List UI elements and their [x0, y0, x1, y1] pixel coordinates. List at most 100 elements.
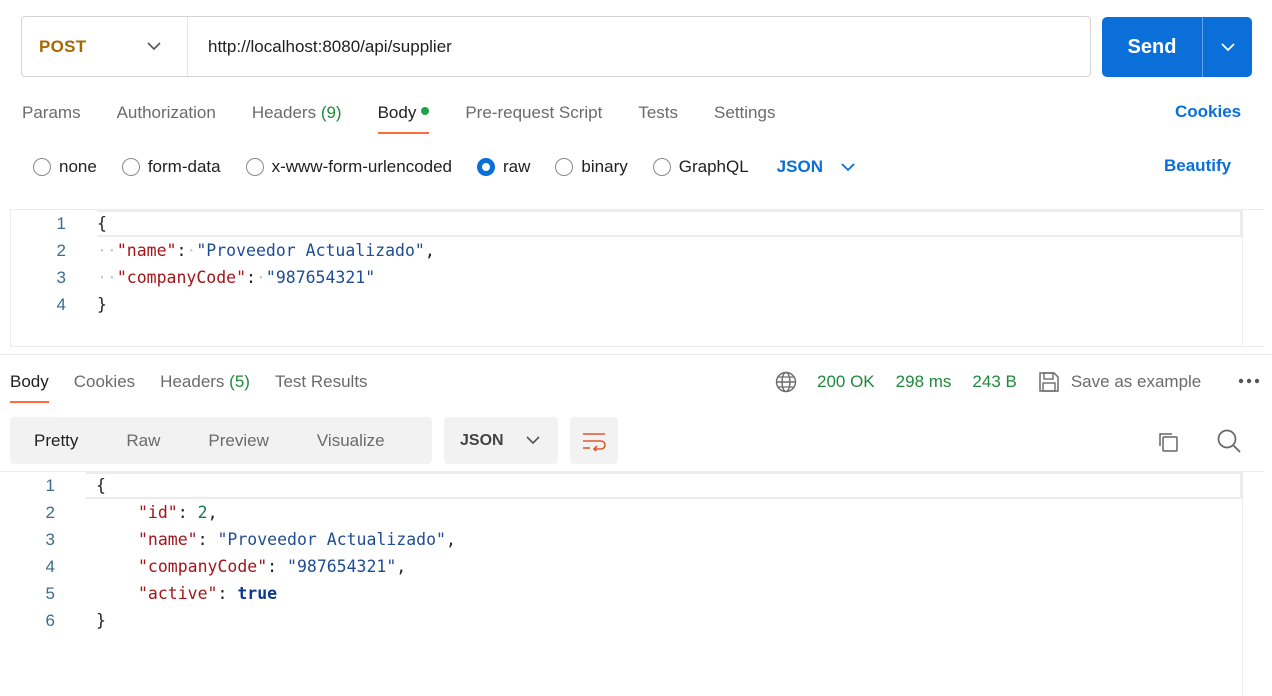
- cookies-link[interactable]: Cookies: [1175, 102, 1241, 122]
- send-button[interactable]: Send: [1102, 17, 1252, 77]
- search-icon[interactable]: [1216, 428, 1242, 454]
- method-label: POST: [39, 36, 87, 56]
- code-text: "active": true: [138, 584, 278, 603]
- code-text: "companyCode": "987654321",: [138, 557, 407, 576]
- radio-label: binary: [581, 157, 628, 176]
- pane-divider[interactable]: [0, 354, 1272, 355]
- radio-label: raw: [503, 157, 531, 176]
- tab-body[interactable]: Body: [377, 103, 430, 134]
- save-as-example-button[interactable]: Save as example: [1038, 371, 1201, 393]
- radio-label: form-data: [147, 157, 221, 176]
- view-pretty[interactable]: Pretty: [10, 417, 102, 464]
- url-bar: POST http://localhost:8080/api/supplier: [21, 16, 1091, 77]
- json-value: "Proveedor Actualizado": [217, 530, 446, 549]
- radio-none[interactable]: [33, 158, 51, 176]
- json-key: "companyCode": [138, 557, 268, 576]
- tab-authorization[interactable]: Authorization: [117, 103, 216, 123]
- more-icon[interactable]: [1238, 378, 1260, 384]
- view-raw[interactable]: Raw: [102, 417, 184, 464]
- code-line: 4 }: [11, 291, 1264, 318]
- tab-settings[interactable]: Settings: [714, 103, 775, 123]
- line-number: 4: [45, 556, 55, 576]
- viewer-scrollbar[interactable]: [1242, 472, 1264, 696]
- copy-icon[interactable]: [1156, 430, 1180, 454]
- json-trail: ,: [445, 530, 456, 549]
- json-key: "id": [138, 503, 178, 522]
- tab-tests[interactable]: Tests: [638, 103, 678, 123]
- radio-binary[interactable]: [555, 158, 574, 176]
- tab-headers[interactable]: Headers (9): [252, 103, 342, 123]
- url-input[interactable]: http://localhost:8080/api/supplier: [188, 37, 452, 57]
- response-meta: 200 OK 298 ms 243 B Save as example: [775, 369, 1201, 395]
- code-line: 3 ··"companyCode":·"987654321": [11, 264, 1264, 291]
- body-format-label: JSON: [776, 157, 823, 176]
- radio-urlencoded[interactable]: [245, 158, 264, 176]
- response-format-select[interactable]: JSON: [444, 417, 558, 464]
- headers-count: (9): [320, 103, 342, 122]
- body-type-raw[interactable]: raw: [477, 157, 530, 177]
- save-as-example-label: Save as example: [1070, 372, 1202, 391]
- view-mode-selector: Pretty Raw Preview Visualize: [10, 417, 432, 464]
- body-type-form-data[interactable]: form-data: [121, 157, 221, 177]
- radio-graphql[interactable]: [652, 158, 671, 176]
- tab-params[interactable]: Params: [22, 103, 81, 123]
- view-visualize[interactable]: Visualize: [293, 417, 409, 464]
- wrap-lines-button[interactable]: [570, 417, 618, 464]
- chevron-down-icon: [841, 162, 855, 171]
- send-options-button[interactable]: [1203, 42, 1252, 52]
- response-body-viewer[interactable]: 1 { 2 "id": 2, 3 "name": "Proveedor Actu…: [0, 471, 1264, 696]
- body-type-urlencoded[interactable]: x-www-form-urlencoded: [245, 157, 453, 177]
- globe-icon[interactable]: [775, 371, 797, 393]
- line-number: 1: [45, 475, 55, 495]
- request-tabs: Params Authorization Headers (9) Body Pr…: [22, 100, 811, 134]
- line-number: 2: [45, 502, 55, 522]
- request-body-editor[interactable]: 1 { 2 ··"name":·"Proveedor Actualizado",…: [10, 209, 1264, 347]
- code-text: "id": 2,: [138, 503, 218, 522]
- tab-headers-label: Headers: [251, 103, 317, 122]
- editor-scrollbar[interactable]: [1242, 210, 1264, 346]
- radio-label: none: [59, 157, 97, 176]
- save-icon: [1039, 372, 1059, 392]
- radio-label: x-www-form-urlencoded: [271, 157, 453, 176]
- body-format-select[interactable]: JSON: [777, 157, 855, 177]
- code-text: {: [97, 214, 107, 233]
- body-type-selector: none form-data x-www-form-urlencoded raw…: [33, 154, 855, 180]
- code-text: ··"companyCode":·"987654321": [97, 268, 376, 287]
- beautify-button[interactable]: Beautify: [1164, 156, 1231, 176]
- chevron-down-icon: [147, 42, 161, 51]
- body-type-binary[interactable]: binary: [555, 157, 628, 177]
- body-type-none[interactable]: none: [33, 157, 97, 177]
- radio-form-data[interactable]: [121, 158, 140, 176]
- code-text: ··"name":·"Proveedor Actualizado",: [97, 241, 435, 260]
- code-text: "name": "Proveedor Actualizado",: [138, 530, 456, 549]
- response-headers-count: (5): [229, 372, 250, 391]
- code-line: 3 "name": "Proveedor Actualizado",: [0, 526, 1264, 553]
- tab-pre-request-script[interactable]: Pre-request Script: [465, 103, 602, 123]
- body-type-graphql[interactable]: GraphQL: [652, 157, 749, 177]
- view-preview[interactable]: Preview: [184, 417, 292, 464]
- json-value: "Proveedor Actualizado": [196, 241, 425, 260]
- code-text: {: [96, 476, 106, 495]
- response-time[interactable]: 298 ms: [896, 372, 952, 392]
- status-code[interactable]: 200 OK: [817, 372, 875, 392]
- wrap-lines-icon: [583, 432, 606, 451]
- tab-response-body[interactable]: Body: [10, 372, 49, 403]
- response-tabs: Body Cookies Headers (5) Test Results: [10, 369, 393, 403]
- json-value: "987654321": [265, 268, 376, 287]
- method-select[interactable]: POST: [22, 17, 188, 76]
- json-trail: ,: [424, 241, 435, 260]
- radio-raw[interactable]: [477, 158, 496, 176]
- tab-response-headers-label: Headers: [160, 372, 225, 391]
- json-key: "name": [116, 241, 177, 260]
- line-number: 3: [56, 267, 66, 287]
- code-line: 1 {: [11, 210, 1264, 237]
- send-label: Send: [1127, 35, 1177, 58]
- line-number: 5: [45, 583, 55, 603]
- response-size[interactable]: 243 B: [972, 372, 1016, 392]
- code-line: 6 }: [0, 607, 1264, 634]
- tab-response-headers[interactable]: Headers (5): [160, 372, 250, 392]
- tab-response-cookies[interactable]: Cookies: [74, 372, 135, 392]
- code-text: }: [96, 611, 106, 630]
- tab-test-results[interactable]: Test Results: [275, 372, 368, 392]
- line-number: 6: [45, 610, 55, 630]
